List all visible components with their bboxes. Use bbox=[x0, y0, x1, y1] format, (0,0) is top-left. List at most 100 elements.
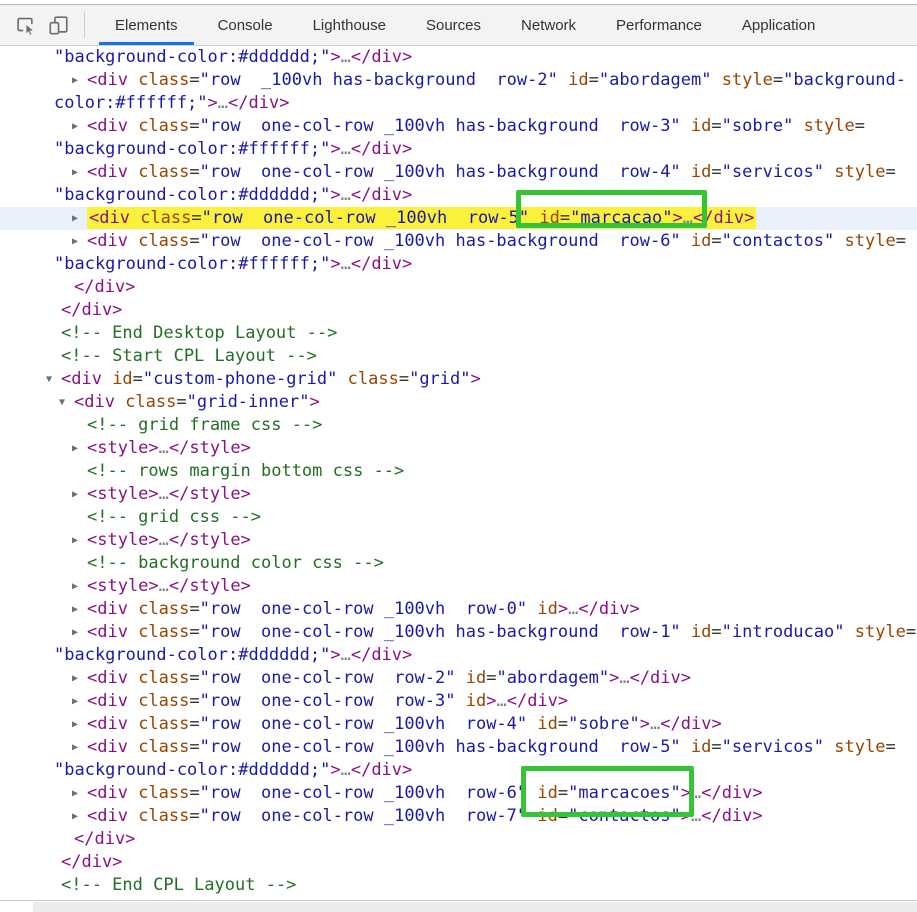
tree-node[interactable]: "background-color:#dddddd;">…</div> bbox=[0, 184, 917, 207]
toolbar-icon-group bbox=[0, 5, 76, 45]
twisty-collapsed-icon[interactable]: ▶ bbox=[72, 529, 78, 552]
tree-node[interactable]: </div> bbox=[0, 828, 917, 851]
horizontal-scrollbar[interactable] bbox=[0, 900, 917, 912]
syntax-token: </div> bbox=[351, 254, 412, 274]
syntax-token bbox=[681, 737, 691, 757]
syntax-token: "contactos" bbox=[722, 231, 835, 251]
syntax-token bbox=[824, 162, 834, 182]
twisty-collapsed-icon[interactable]: ▶ bbox=[72, 575, 78, 598]
tab-console[interactable]: Console bbox=[198, 5, 293, 45]
syntax-token bbox=[337, 369, 347, 389]
tree-node[interactable]: ▶<style>…</style> bbox=[0, 529, 917, 552]
syntax-token: … bbox=[691, 806, 701, 826]
tree-node[interactable]: <!-- rows margin bottom css --> bbox=[0, 460, 917, 483]
syntax-token: "row one-col-row _100vh row-5" bbox=[202, 208, 530, 228]
twisty-expanded-icon[interactable]: ▼ bbox=[59, 391, 65, 414]
tree-node[interactable]: "background-color:#dddddd;">…</div> bbox=[0, 759, 917, 782]
tree-node[interactable]: ▼<div id="custom-phone-grid" class="grid… bbox=[0, 368, 917, 391]
twisty-collapsed-icon[interactable]: ▶ bbox=[72, 230, 78, 253]
twisty-collapsed-icon[interactable]: ▶ bbox=[72, 736, 78, 759]
twisty-collapsed-icon[interactable]: ▶ bbox=[72, 690, 78, 713]
tree-node[interactable]: <!-- background color css --> bbox=[0, 552, 917, 575]
syntax-token: "row one-col-row row-2" bbox=[200, 668, 456, 688]
twisty-collapsed-icon[interactable]: ▶ bbox=[72, 713, 78, 736]
twisty-collapsed-icon[interactable]: ▶ bbox=[72, 598, 78, 621]
twisty-collapsed-icon[interactable]: ▶ bbox=[72, 161, 78, 184]
syntax-token: = bbox=[711, 231, 721, 251]
twisty-collapsed-icon[interactable]: ▶ bbox=[72, 483, 78, 506]
tree-node[interactable]: ▶<div class="row one-col-row _100vh row-… bbox=[0, 782, 917, 805]
syntax-token: "background-color:#ffffff;" bbox=[54, 139, 330, 159]
tab-sources[interactable]: Sources bbox=[406, 5, 501, 45]
tab-performance[interactable]: Performance bbox=[596, 5, 722, 45]
tree-node[interactable]: </div> bbox=[0, 276, 917, 299]
twisty-collapsed-icon[interactable]: ▶ bbox=[72, 115, 78, 138]
tree-node[interactable]: color:#ffffff;">…</div> bbox=[0, 92, 917, 115]
syntax-token: … bbox=[496, 691, 506, 711]
syntax-token: "background-color:#dddddd;" bbox=[54, 645, 330, 665]
scrollbar-track[interactable] bbox=[33, 902, 917, 912]
twisty-expanded-icon[interactable]: ▼ bbox=[46, 368, 52, 391]
syntax-token: class bbox=[138, 691, 189, 711]
syntax-token: … bbox=[568, 599, 578, 619]
syntax-token: <div bbox=[87, 70, 138, 90]
syntax-token: … bbox=[341, 47, 351, 67]
tree-node[interactable]: ▶<style>…</style> bbox=[0, 437, 917, 460]
twisty-collapsed-icon[interactable]: ▶ bbox=[72, 782, 78, 805]
syntax-token: "background-color:#dddddd;" bbox=[54, 47, 330, 67]
syntax-token: … bbox=[619, 668, 629, 688]
inspect-icon[interactable] bbox=[10, 10, 40, 40]
tab-lighthouse[interactable]: Lighthouse bbox=[293, 5, 406, 45]
syntax-token: id bbox=[537, 783, 557, 803]
tree-node[interactable]: ▶<div class="row one-col-row _100vh has-… bbox=[0, 161, 917, 184]
tree-node[interactable]: "background-color:#ffffff;">…</div> bbox=[0, 253, 917, 276]
syntax-token: id bbox=[539, 208, 559, 228]
twisty-collapsed-icon[interactable]: ▶ bbox=[72, 69, 78, 92]
syntax-token: "row one-col-row _100vh row-7" bbox=[200, 806, 528, 826]
tree-node[interactable]: ▶<div class="row one-col-row _100vh has-… bbox=[0, 115, 917, 138]
tree-node[interactable]: </div> bbox=[0, 299, 917, 322]
syntax-token: > bbox=[330, 139, 340, 159]
tree-node[interactable]: </div> bbox=[0, 851, 917, 874]
tree-node[interactable]: <!-- End Desktop Layout --> bbox=[0, 322, 917, 345]
syntax-token: "servicos" bbox=[722, 737, 824, 757]
twisty-collapsed-icon[interactable]: ▶ bbox=[72, 805, 78, 828]
device-toolbar-icon[interactable] bbox=[44, 10, 74, 40]
tree-node[interactable]: ▶<div class="row one-col-row row-3" id>…… bbox=[0, 690, 917, 713]
tab-elements[interactable]: Elements bbox=[95, 5, 198, 45]
tree-node[interactable]: ▶<div class="row one-col-row row-2" id="… bbox=[0, 667, 917, 690]
syntax-token: class bbox=[138, 116, 189, 136]
tree-node[interactable]: ▶<div class="row one-col-row _100vh row-… bbox=[0, 713, 917, 736]
twisty-collapsed-icon[interactable]: ▶ bbox=[72, 667, 78, 690]
syntax-token: = bbox=[189, 622, 199, 642]
syntax-token: … bbox=[159, 484, 169, 504]
tree-node[interactable]: ▶<div class="row _100vh has-background r… bbox=[0, 69, 917, 92]
tree-node[interactable]: "background-color:#dddddd;">…</div> bbox=[0, 46, 917, 69]
syntax-token: </div> bbox=[61, 852, 122, 872]
tree-node[interactable]: ▶<div class="row one-col-row _100vh has-… bbox=[0, 621, 917, 644]
tree-node[interactable]: ▼<div class="grid-inner"> bbox=[0, 391, 917, 414]
syntax-token: </div> bbox=[701, 783, 762, 803]
tree-node[interactable]: "background-color:#dddddd;">…</div> bbox=[0, 644, 917, 667]
twisty-collapsed-icon[interactable]: ▶ bbox=[72, 207, 78, 230]
syntax-token: = bbox=[855, 116, 865, 136]
tree-node[interactable]: <!-- grid css --> bbox=[0, 506, 917, 529]
tree-node[interactable]: ▶<style>…</style> bbox=[0, 483, 917, 506]
tree-node[interactable]: ▶<div class="row one-col-row _100vh row-… bbox=[0, 805, 917, 828]
twisty-collapsed-icon[interactable]: ▶ bbox=[72, 621, 78, 644]
tab-network[interactable]: Network bbox=[501, 5, 596, 45]
syntax-token bbox=[824, 737, 834, 757]
tree-node[interactable]: "background-color:#ffffff;">…</div> bbox=[0, 138, 917, 161]
tree-node-selected[interactable]: ▶<div class="row one-col-row _100vh row-… bbox=[0, 207, 917, 230]
tree-node[interactable]: ▶<div class="row one-col-row _100vh has-… bbox=[0, 230, 917, 253]
tree-node[interactable]: ▶<div class="row one-col-row _100vh row-… bbox=[0, 598, 917, 621]
twisty-collapsed-icon[interactable]: ▶ bbox=[72, 437, 78, 460]
tree-node[interactable]: <!-- Start CPL Layout --> bbox=[0, 345, 917, 368]
tab-application[interactable]: Application bbox=[722, 5, 835, 45]
tree-node[interactable]: ▶<style>…</style> bbox=[0, 575, 917, 598]
tree-node[interactable]: ▶<div class="row one-col-row _100vh has-… bbox=[0, 736, 917, 759]
tree-node[interactable]: <!-- End CPL Layout --> bbox=[0, 874, 917, 897]
syntax-token: "background-color:#dddddd;" bbox=[54, 760, 330, 780]
tree-node[interactable]: <!-- grid frame css --> bbox=[0, 414, 917, 437]
syntax-token bbox=[456, 691, 466, 711]
